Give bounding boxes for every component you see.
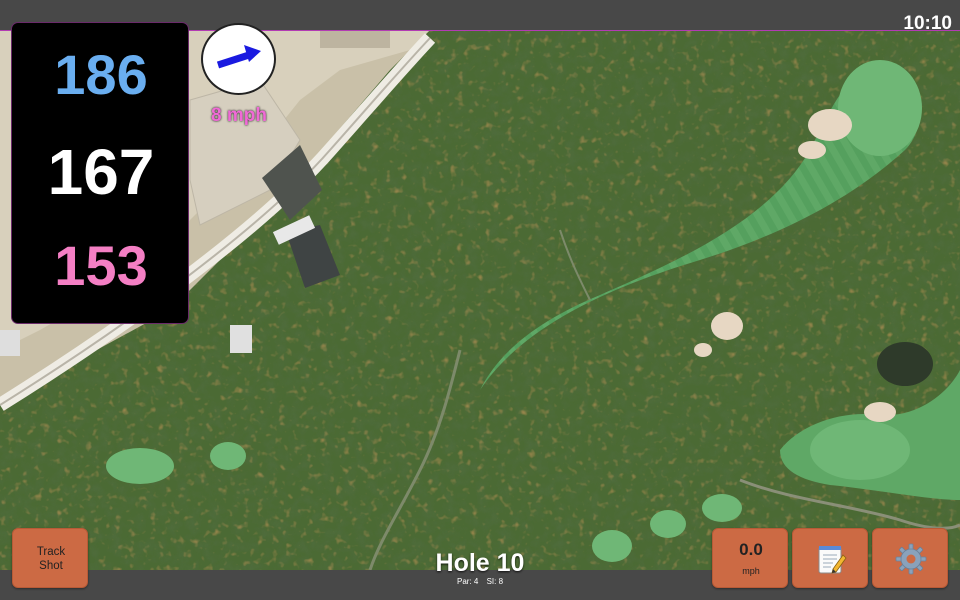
wind-arrow-icon (216, 45, 261, 69)
golf-gps-screen: 10:10 186 167 153 8 mph Track Shot Hole … (0, 0, 960, 600)
track-shot-label-line2: Shot (39, 559, 63, 572)
track-shot-button[interactable]: Track Shot (12, 528, 88, 588)
wind-speed-button[interactable]: 0.0 mph (712, 528, 788, 588)
wind-speed-label: 8 mph (211, 105, 267, 126)
notes-button[interactable] (792, 528, 868, 588)
distance-to-middle: 167 (47, 136, 155, 208)
track-shot-label: Track Shot (13, 546, 89, 574)
hole-stroke-index: SI: 8 (486, 577, 504, 586)
track-shot-label-line1: Track (36, 546, 66, 558)
wind-speed-unit: mph (742, 566, 760, 576)
hole-title: Hole 10 (435, 549, 525, 577)
wind-indicator (201, 23, 276, 95)
distance-to-back: 186 (54, 43, 148, 106)
distance-panel: 186 167 153 (11, 22, 189, 324)
hole-par: Par: 4 (456, 577, 479, 586)
notepad-icon (818, 546, 847, 574)
gear-icon (895, 543, 927, 575)
distance-to-front: 153 (54, 234, 148, 297)
hole-meta: Par: 4 SI: 8 (380, 578, 580, 586)
settings-button[interactable] (872, 528, 948, 588)
wind-speed-value: 0.0 (739, 540, 763, 559)
